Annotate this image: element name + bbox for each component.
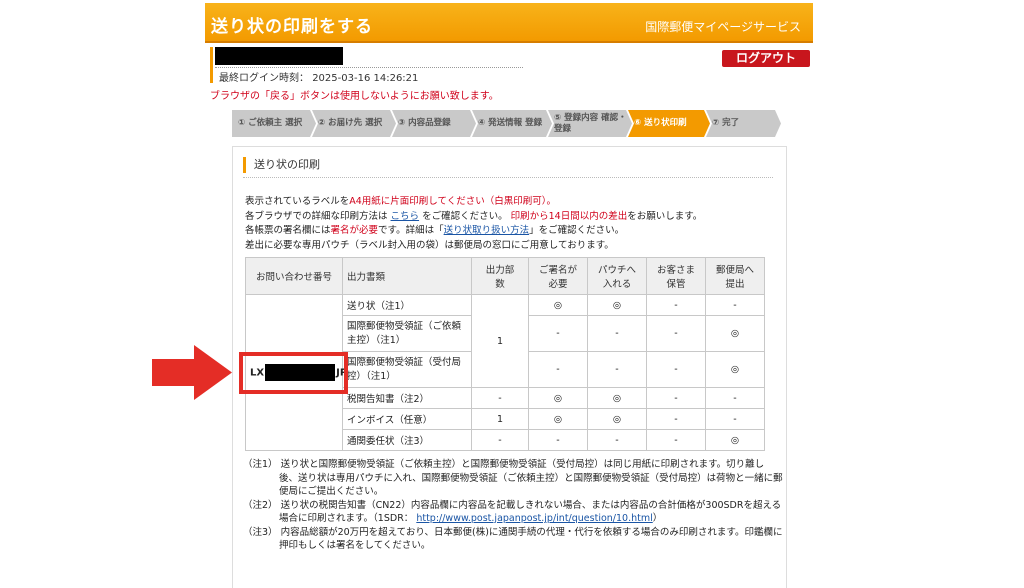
red-arrow-icon — [152, 345, 232, 400]
col-copies-label: 出力部数 — [485, 265, 515, 290]
keep-value: - — [646, 387, 706, 409]
note-1: （注1） 送り状と国際郵便物受領証（ご依頼主控）と国際郵便物受領証（受付局控）は… — [243, 459, 783, 497]
sign-value: - — [528, 315, 588, 352]
copies-value: - — [471, 429, 529, 451]
col-submit: 郵便局へ提出 — [705, 257, 765, 295]
submit-value: ◎ — [705, 315, 765, 352]
submit-value: - — [705, 294, 765, 316]
instructions: 表示されているラベルをA4用紙に片面印刷してください（白黒印刷可）。 各ブラウザ… — [245, 195, 702, 253]
keep-value: - — [646, 408, 706, 430]
keep-value: - — [646, 294, 706, 316]
sign-value: ◎ — [528, 387, 588, 409]
doc-name: 税関告知書（注2） — [342, 387, 472, 409]
doc-name: 国際郵便物受領証（受付局控）（注1） — [342, 351, 472, 388]
col-keep: お客さま保管 — [646, 257, 706, 295]
keep-value: - — [646, 429, 706, 451]
sign-value: ◎ — [528, 294, 588, 316]
instr-text: 」をご確認ください。 — [529, 225, 625, 236]
handling-method-link[interactable]: 送り状取り扱い方法 — [444, 225, 530, 236]
instr-highlight: 署名が必要 — [330, 225, 379, 236]
doc-name: インボイス（任意） — [342, 408, 472, 430]
doc-name: 送り状（注1） — [342, 294, 472, 316]
progress-steps: ① ご依頼主 選択 ② お届け先 選択 ③ 内容品登録 ④ 発送情報 登録 ⑤ … — [232, 110, 785, 137]
instr-highlight: 印刷から14日間以内の差出 — [510, 210, 628, 222]
note-2: （注2） 送り状の税関告知書（CN22）内容品欄に内容品を記載しきれない場合、ま… — [243, 499, 783, 526]
instr-text: をご確認ください。 — [422, 210, 508, 222]
copies-value: - — [471, 387, 529, 409]
col-tracking-number: お問い合わせ番号 — [245, 257, 343, 295]
col-document: 出力書類 — [342, 257, 472, 295]
pouch-value: - — [587, 429, 647, 451]
instr-text: 差出に必要な専用パウチ（ラベル封入用の袋）は郵便局の窓口にご用意しております。 — [245, 239, 614, 251]
col-pouch-label: パウチへ入れる — [597, 265, 636, 290]
submit-value: ◎ — [705, 351, 765, 388]
col-copies: 出力部数 — [471, 257, 529, 295]
sign-value: - — [528, 429, 588, 451]
sign-value: ◎ — [528, 408, 588, 430]
step-1: ① ご依頼主 選択 — [232, 110, 316, 137]
table-header-row: お問い合わせ番号 出力書類 出力部数 ご署名が必要 パウチへ入れる お客さま保管… — [245, 257, 765, 295]
pouch-value: - — [587, 351, 647, 388]
user-info: 最終ログイン時刻： 2025-03-16 14:26:21 — [210, 47, 525, 84]
submit-value: - — [705, 408, 765, 430]
submit-value: ◎ — [705, 429, 765, 451]
submit-value: - — [705, 387, 765, 409]
print-method-link[interactable]: こちら — [391, 211, 420, 222]
pouch-value: ◎ — [587, 387, 647, 409]
copies-value: 1 — [471, 408, 529, 430]
step-7: ⑦ 完了 — [706, 110, 781, 137]
highlight-frame — [239, 352, 348, 394]
step-4: ④ 発送情報 登録 — [472, 110, 552, 137]
instr-text: 各帳票の署名欄には — [245, 225, 331, 236]
sdr-link[interactable]: http://www.post.japanpost.jp/int/questio… — [416, 513, 652, 524]
service-name: 国際郵便マイページサービス — [645, 20, 801, 34]
instr-text: です。詳細は「 — [378, 225, 444, 236]
back-button-warning: ブラウザの「戻る」ボタンは使用しないようにお願い致します。 — [210, 91, 499, 102]
logout-button[interactable]: ログアウト — [722, 50, 810, 67]
table-row: 送り状（注1） 1 ◎ ◎ - - — [245, 294, 765, 451]
last-login: 最終ログイン時刻： 2025-03-16 14:26:21 — [219, 69, 418, 84]
col-pouch: パウチへ入れる — [587, 257, 647, 295]
col-submit-label: 郵便局へ提出 — [715, 265, 754, 290]
page-header: 送り状の印刷をする 国際郵便マイページサービス — [205, 3, 813, 43]
instr-text: 表示されているラベルを — [245, 196, 350, 207]
instr-text: をお願いします。 — [627, 210, 703, 222]
section-title: 送り状の印刷 — [243, 157, 320, 173]
col-sign-label: ご署名が必要 — [538, 265, 577, 290]
notes: （注1） 送り状と国際郵便物受領証（ご依頼主控）と国際郵便物受領証（受付局控）は… — [243, 458, 783, 553]
step-2: ② お届け先 選択 — [312, 110, 396, 137]
last-login-label: 最終ログイン時刻： — [219, 73, 309, 84]
divider — [215, 67, 523, 68]
doc-name: 国際郵便物受領証（ご依頼主控）（注1） — [342, 315, 472, 352]
sign-value: - — [528, 351, 588, 388]
doc-name: 通関委任状（注3） — [342, 429, 472, 451]
col-keep-label: お客さま保管 — [656, 265, 695, 290]
page-title: 送り状の印刷をする — [211, 17, 373, 37]
instr-text: 各ブラウザでの詳細な印刷方法は — [245, 210, 388, 222]
section-divider — [243, 177, 773, 178]
pouch-value: - — [587, 315, 647, 352]
last-login-value: 2025-03-16 14:26:21 — [312, 73, 419, 84]
keep-value: - — [646, 315, 706, 352]
step-3: ③ 内容品登録 — [392, 110, 476, 137]
step-5: ⑤ 登録内容 確認・登録 — [548, 110, 632, 137]
copies-value: 1 — [471, 294, 529, 388]
pouch-value: ◎ — [587, 408, 647, 430]
note-2-end: ） — [652, 513, 663, 524]
col-sign: ご署名が必要 — [528, 257, 588, 295]
instr-highlight: A4用紙に片面印刷してください（白黒印刷可）。 — [349, 196, 556, 207]
keep-value: - — [646, 351, 706, 388]
redacted-username — [215, 47, 343, 65]
pouch-value: ◎ — [587, 294, 647, 316]
step-6-current: ⑥ 送り状印刷 — [628, 110, 710, 137]
note-3: （注3） 内容品総額が20万円を超えており、日本郵便(株)に通関手続の代理・代行… — [243, 526, 783, 552]
